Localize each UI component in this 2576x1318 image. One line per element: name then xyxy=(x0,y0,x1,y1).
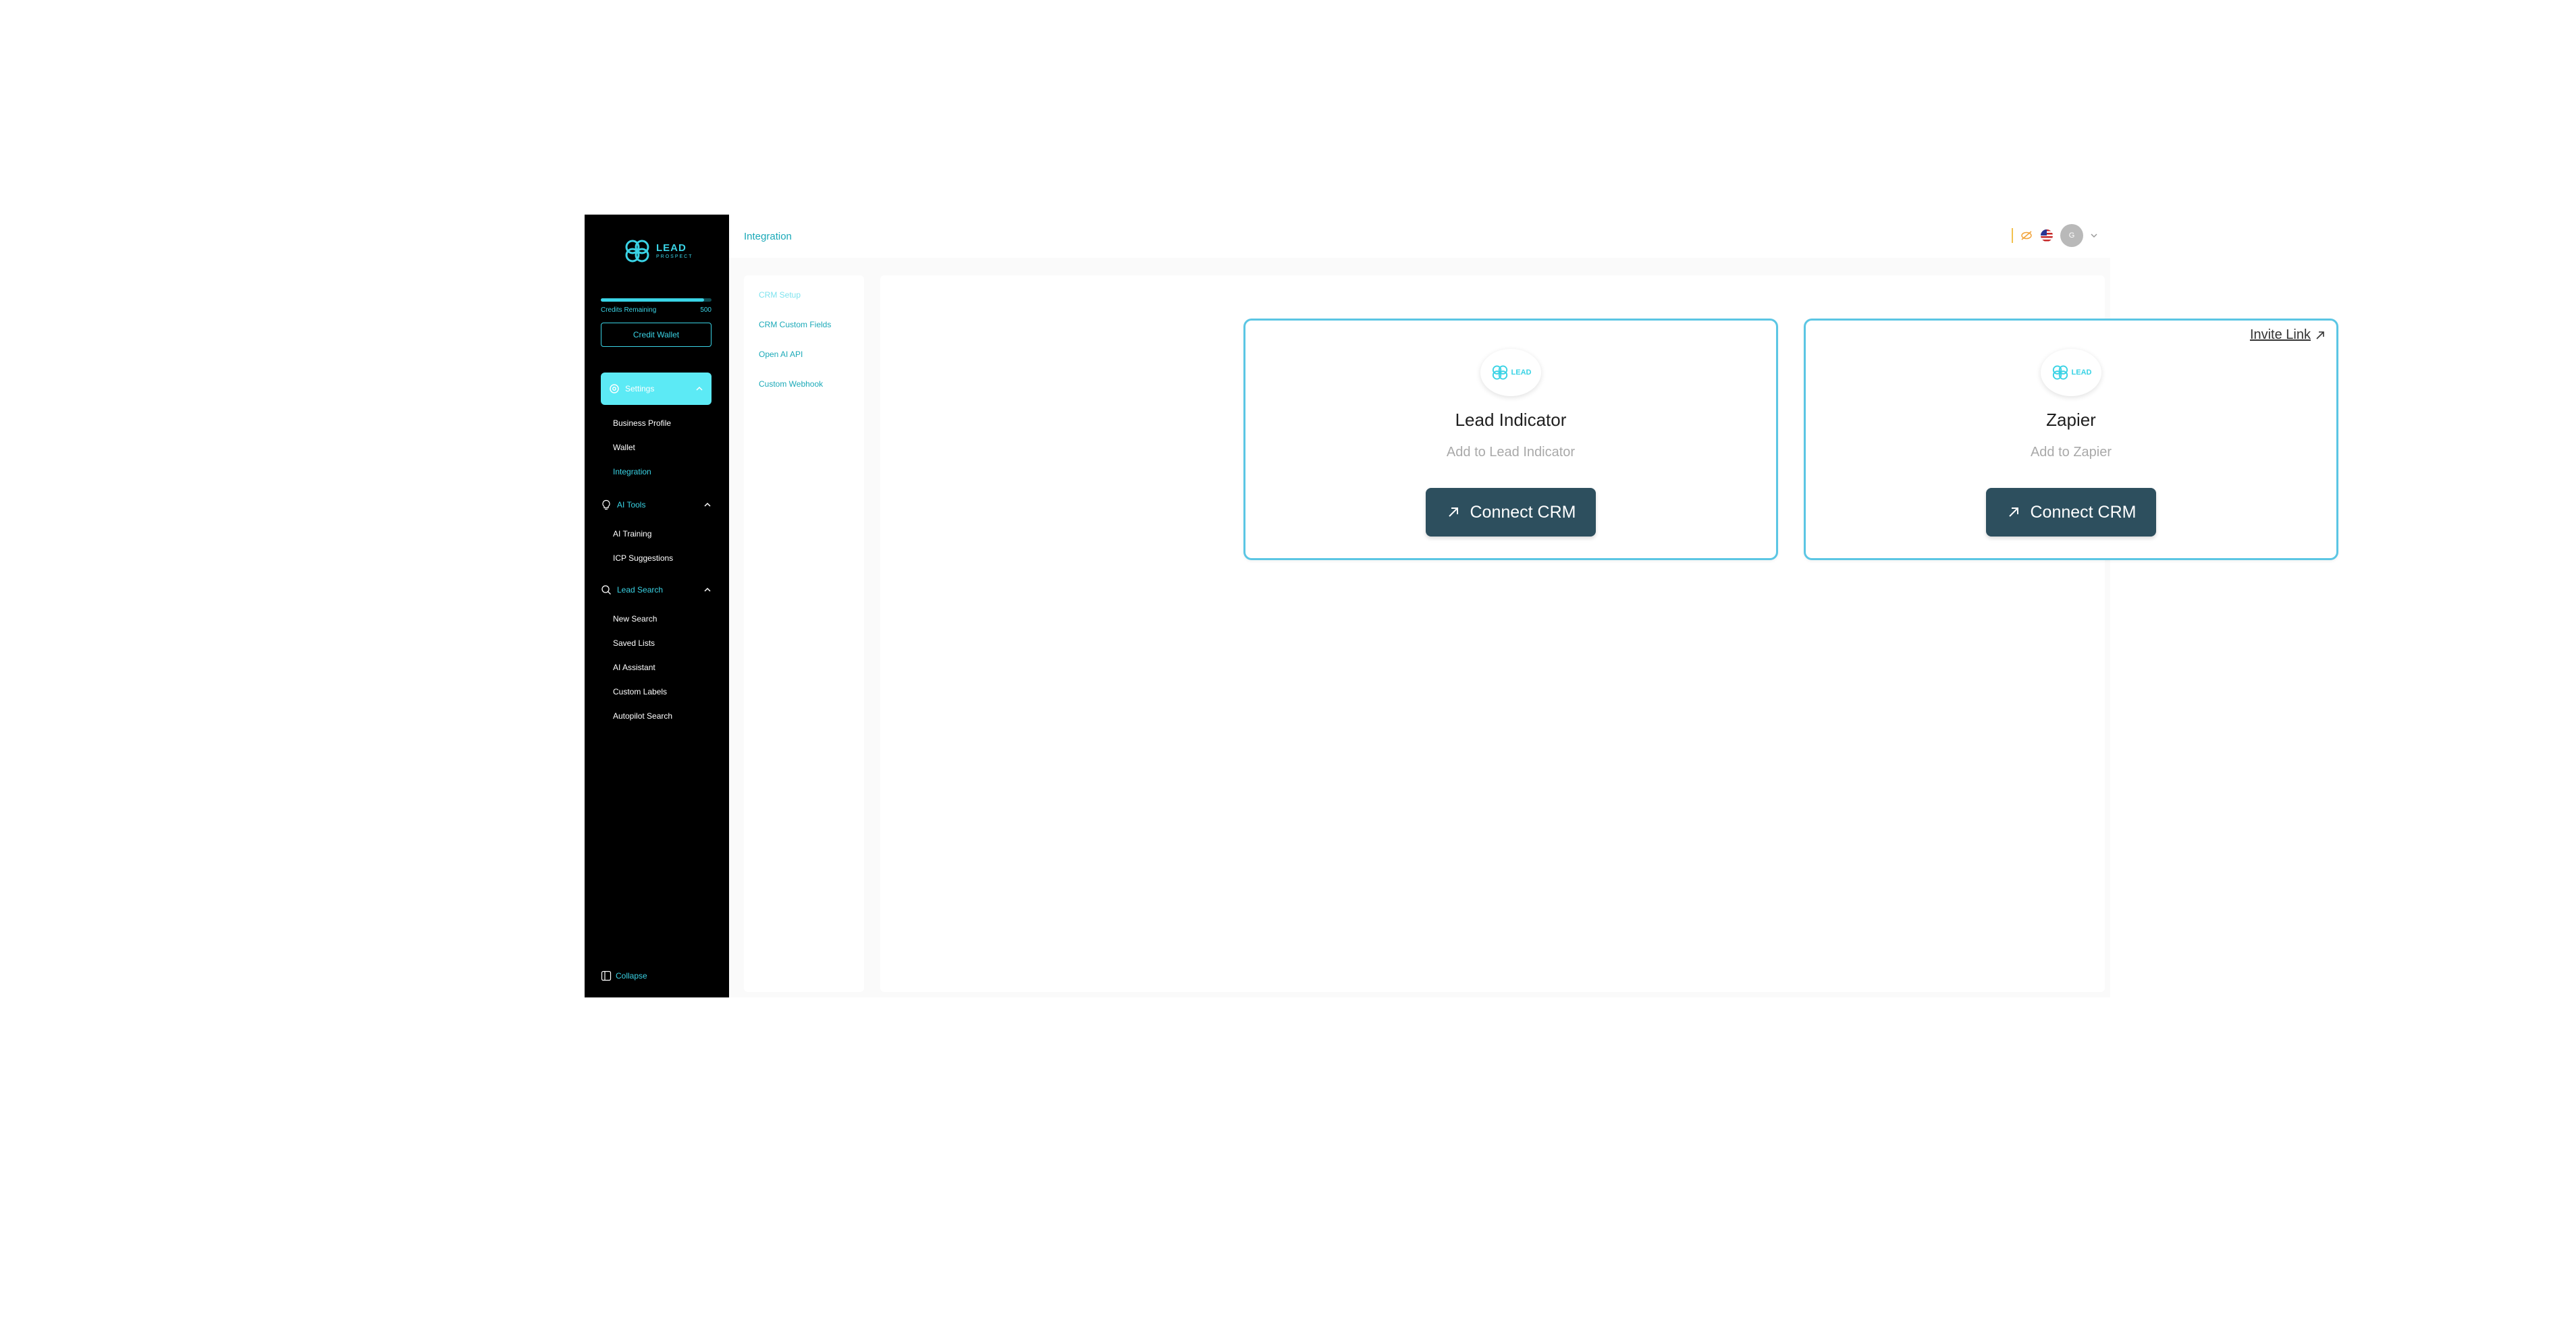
nav-lead-search[interactable]: Lead Search xyxy=(601,584,712,595)
nav-ai-tools-label: AI Tools xyxy=(617,500,646,510)
chevron-up-icon[interactable] xyxy=(703,586,712,594)
top-bar-actions: G xyxy=(2012,224,2098,247)
credits-row: Credits Remaining 500 xyxy=(601,306,712,314)
nav-ai-training[interactable]: AI Training xyxy=(613,529,651,539)
nav-lead-search-label: Lead Search xyxy=(617,585,664,595)
nav-saved-lists[interactable]: Saved Lists xyxy=(613,638,655,648)
gear-icon xyxy=(610,384,619,393)
arrow-up-right-icon xyxy=(1448,507,1458,517)
subnav-crm-setup[interactable]: CRM Setup xyxy=(759,290,801,300)
logo-icon xyxy=(2052,365,2068,380)
logo-icon xyxy=(1492,365,1507,380)
credit-wallet-button[interactable]: Credit Wallet xyxy=(601,323,712,347)
connect-crm-button[interactable]: Connect CRM xyxy=(1986,488,2156,537)
collapse-button[interactable]: Collapse xyxy=(601,970,647,981)
logo-icon xyxy=(625,240,649,263)
card-logo-text: LEAD xyxy=(1511,368,1532,377)
nav-settings-label: Settings xyxy=(625,384,655,393)
search-icon xyxy=(601,585,611,595)
nav-new-search[interactable]: New Search xyxy=(613,614,657,624)
invite-link[interactable]: Invite Link xyxy=(2250,327,2326,343)
divider xyxy=(2012,228,2013,243)
arrow-up-right-icon xyxy=(2008,507,2018,517)
connect-crm-label: Connect CRM xyxy=(2030,502,2137,522)
logo-wordmark: LEAD PROSPECT xyxy=(656,243,693,259)
brand-logo[interactable]: LEAD PROSPECT xyxy=(622,238,693,265)
card-subtitle: Add to Zapier xyxy=(2030,445,2112,460)
connect-crm-label: Connect CRM xyxy=(1470,502,1576,522)
credits-progress-bar xyxy=(601,298,712,302)
subnav-crm-custom-fields[interactable]: CRM Custom Fields xyxy=(759,320,831,329)
nav-ai-tools[interactable]: AI Tools xyxy=(601,499,712,510)
integration-card-lead-indicator: LEAD Lead Indicator Add to Lead Indicato… xyxy=(1243,319,1778,560)
sidebar-collapse-icon xyxy=(601,970,612,981)
card-logo-text: LEAD xyxy=(2071,368,2092,377)
nav-integration[interactable]: Integration xyxy=(613,467,651,476)
logo-line-2: PROSPECT xyxy=(656,254,693,259)
top-bar: Integration G xyxy=(729,215,2110,258)
credits-value: 500 xyxy=(700,306,712,314)
chevron-up-icon[interactable] xyxy=(695,385,703,393)
nav-settings[interactable]: Settings xyxy=(601,373,712,405)
nav-custom-labels[interactable]: Custom Labels xyxy=(613,687,667,696)
subnav-custom-webhook[interactable]: Custom Webhook xyxy=(759,379,823,389)
nav-ai-assistant[interactable]: AI Assistant xyxy=(613,663,655,672)
credits-label: Credits Remaining xyxy=(601,306,657,314)
subnav-open-ai-api[interactable]: Open AI API xyxy=(759,350,803,359)
arrow-up-right-icon xyxy=(2316,331,2324,339)
nav-icp-suggestions[interactable]: ICP Suggestions xyxy=(613,553,673,563)
eye-off-icon[interactable] xyxy=(2020,229,2033,242)
avatar[interactable]: G xyxy=(2060,224,2083,247)
card-title: Lead Indicator xyxy=(1455,410,1567,430)
sidebar: LEAD PROSPECT Credits Remaining 500 Cred… xyxy=(585,215,729,997)
avatar-initials: G xyxy=(2068,231,2075,240)
connect-crm-button[interactable]: Connect CRM xyxy=(1426,488,1596,537)
integration-card-zapier: Invite Link LEAD Zapier Add to Zapier Co… xyxy=(1804,319,2338,560)
nav-wallet[interactable]: Wallet xyxy=(613,443,635,452)
lead-indicator-logo: LEAD xyxy=(1480,349,1541,396)
zapier-logo: LEAD xyxy=(2041,349,2101,396)
us-flag-icon[interactable] xyxy=(2040,229,2054,242)
nav-autopilot-search[interactable]: Autopilot Search xyxy=(613,711,672,721)
page-title: Integration xyxy=(744,231,792,242)
credits-progress-fill xyxy=(601,298,704,302)
nav-business-profile[interactable]: Business Profile xyxy=(613,418,671,428)
lightbulb-icon xyxy=(602,499,610,510)
card-subtitle: Add to Lead Indicator xyxy=(1446,445,1576,460)
chevron-down-icon[interactable] xyxy=(2090,231,2098,240)
invite-link-label: Invite Link xyxy=(2249,327,2311,342)
chevron-up-icon[interactable] xyxy=(703,501,712,509)
card-title: Zapier xyxy=(2046,410,2096,430)
collapse-label: Collapse xyxy=(616,971,647,981)
logo-line-1: LEAD xyxy=(656,242,687,254)
integration-subnav: CRM Setup CRM Custom Fields Open AI API … xyxy=(744,275,864,992)
